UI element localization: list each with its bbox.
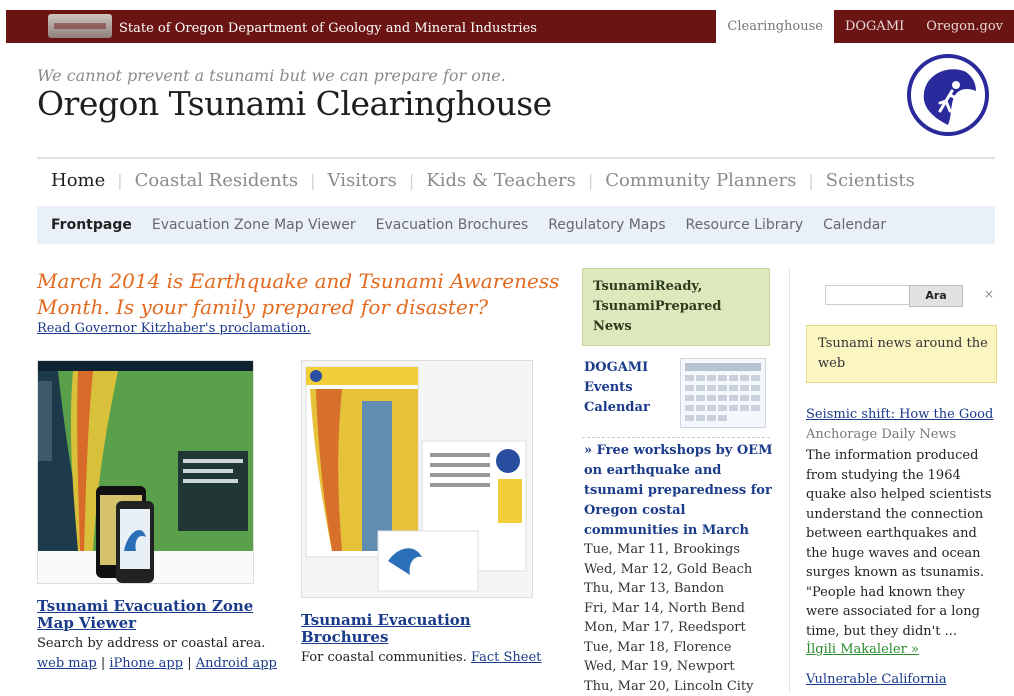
sub-nav: Frontpage Evacuation Zone Map Viewer Eva… bbox=[37, 206, 995, 244]
news-headline-link-2[interactable]: Vulnerable California bbox=[806, 672, 947, 687]
tsunami-runner-logo-icon[interactable] bbox=[906, 53, 990, 137]
map-viewer-links: web map | iPhone app | Android app bbox=[37, 656, 277, 671]
list-item: Fri, Mar 14, North Bend bbox=[584, 599, 754, 619]
close-icon[interactable]: × bbox=[984, 287, 994, 301]
brochures-title-link[interactable]: Tsunami Evacuation Brochures bbox=[301, 612, 541, 646]
tsunami-ready-label: TsunamiReady, TsunamiPrepared News bbox=[593, 277, 753, 337]
top-bar: State of Oregon Department of Geology an… bbox=[6, 10, 1014, 43]
agency-name: State of Oregon Department of Geology an… bbox=[119, 21, 537, 36]
list-item: Thu, Mar 20, Lincoln City bbox=[584, 677, 754, 696]
link-separator: | bbox=[101, 656, 105, 671]
list-item: Mon, Mar 17, Reedsport bbox=[584, 618, 754, 638]
map-viewer-image[interactable] bbox=[37, 360, 254, 584]
nav-home[interactable]: Home bbox=[37, 170, 117, 191]
related-articles-link[interactable]: İlgili Makaleler » bbox=[806, 642, 919, 657]
tsunami-ready-box[interactable]: TsunamiReady, TsunamiPrepared News bbox=[582, 268, 770, 346]
news-source: Anchorage Daily News bbox=[806, 427, 956, 442]
list-item: Tue, Mar 18, Florence bbox=[584, 638, 754, 658]
nav-coastal-residents[interactable]: Coastal Residents bbox=[123, 170, 310, 191]
tab-oregon-gov[interactable]: Oregon.gov bbox=[915, 10, 1014, 43]
awareness-headline: March 2014 is Earthquake and Tsunami Awa… bbox=[37, 268, 567, 320]
web-map-link[interactable]: web map bbox=[37, 656, 97, 671]
news-body: The information produced from studying t… bbox=[806, 446, 998, 641]
tab-dogami[interactable]: DOGAMI bbox=[834, 10, 915, 43]
site-title: Oregon Tsunami Clearinghouse bbox=[37, 84, 552, 123]
subnav-calendar[interactable]: Calendar bbox=[813, 217, 896, 233]
proclamation-link[interactable]: Read Governor Kitzhaber's proclamation. bbox=[37, 321, 311, 336]
search-input[interactable] bbox=[825, 285, 915, 305]
nav-kids-teachers[interactable]: Kids & Teachers bbox=[414, 170, 588, 191]
events-calendar-link[interactable]: DOGAMI Events Calendar bbox=[584, 358, 674, 418]
iphone-app-link[interactable]: iPhone app bbox=[109, 656, 183, 671]
list-item: Tue, Mar 11, Brookings bbox=[584, 540, 754, 560]
brochures-desc-text: For coastal communities. bbox=[301, 650, 467, 665]
link-separator: | bbox=[187, 656, 191, 671]
fact-sheet-link[interactable]: Fact Sheet bbox=[471, 650, 541, 665]
subnav-resource-library[interactable]: Resource Library bbox=[676, 217, 814, 233]
brochure-image[interactable] bbox=[301, 360, 533, 598]
list-item: Thu, Mar 13, Bandon bbox=[584, 579, 754, 599]
map-viewer-title-link[interactable]: Tsunami Evacuation Zone Map Viewer bbox=[37, 598, 277, 632]
subnav-brochures[interactable]: Evacuation Brochures bbox=[366, 217, 539, 233]
subnav-regulatory-maps[interactable]: Regulatory Maps bbox=[538, 217, 675, 233]
top-tabs: Clearinghouse DOGAMI Oregon.gov bbox=[716, 10, 1014, 43]
android-app-link[interactable]: Android app bbox=[196, 656, 277, 671]
tab-clearinghouse[interactable]: Clearinghouse bbox=[716, 10, 834, 43]
news-headline-link[interactable]: Seismic shift: How the Good bbox=[806, 407, 993, 422]
subnav-frontpage[interactable]: Frontpage bbox=[37, 217, 142, 233]
tagline: We cannot prevent a tsunami but we can p… bbox=[37, 66, 506, 85]
brochures-desc: For coastal communities. Fact Sheet bbox=[301, 650, 541, 665]
nav-community-planners[interactable]: Community Planners bbox=[593, 170, 808, 191]
news-box: Tsunami news around the web bbox=[806, 325, 997, 383]
column-divider bbox=[789, 268, 790, 693]
news-box-label: Tsunami news around the web bbox=[818, 334, 990, 374]
workshop-list: Tue, Mar 11, Brookings Wed, Mar 12, Gold… bbox=[584, 540, 754, 696]
workshop-title-link[interactable]: » Free workshops by OEM on earthquake an… bbox=[584, 441, 774, 541]
oregon-seal-logo bbox=[48, 14, 112, 38]
header-divider bbox=[37, 157, 995, 159]
nav-visitors[interactable]: Visitors bbox=[316, 170, 409, 191]
subnav-map-viewer[interactable]: Evacuation Zone Map Viewer bbox=[142, 217, 366, 233]
search-button[interactable]: Ara bbox=[909, 285, 963, 307]
list-item: Wed, Mar 19, Newport bbox=[584, 657, 754, 677]
nav-scientists[interactable]: Scientists bbox=[814, 170, 927, 191]
divider bbox=[582, 437, 770, 438]
calendar-icon[interactable] bbox=[680, 358, 766, 428]
map-viewer-desc: Search by address or coastal area. bbox=[37, 636, 265, 651]
main-nav: Home| Coastal Residents| Visitors| Kids … bbox=[37, 170, 927, 191]
list-item: Wed, Mar 12, Gold Beach bbox=[584, 560, 754, 580]
